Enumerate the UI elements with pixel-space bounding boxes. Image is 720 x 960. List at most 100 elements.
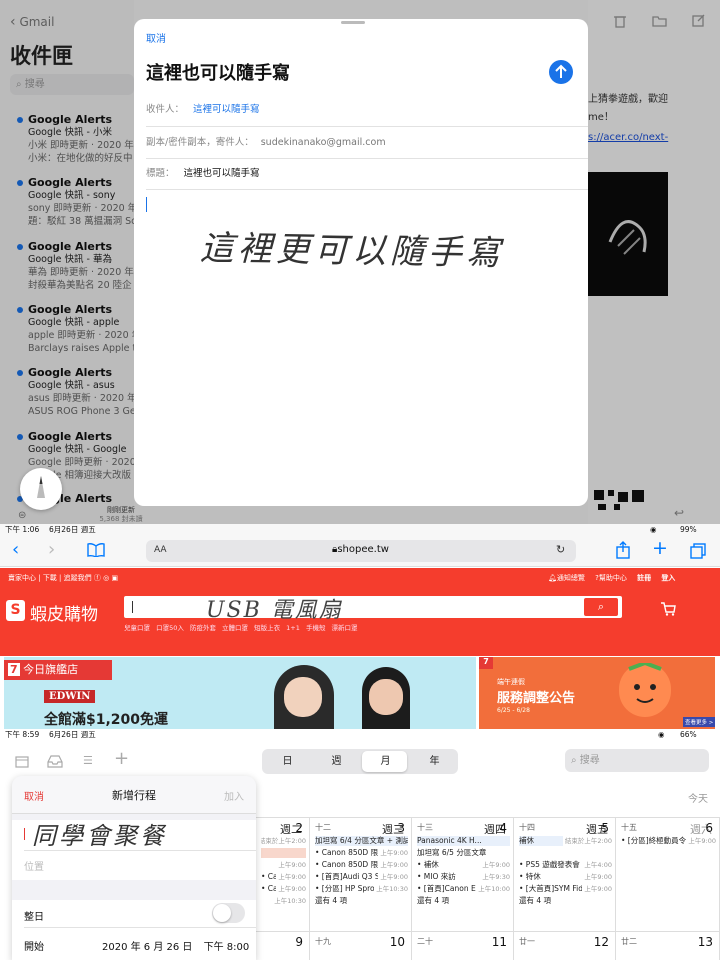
shopee-logo[interactable]: 蝦皮購物 [30,600,98,625]
calendar-event[interactable]: 加坦寫 6/4 分區文章 + 測試 [315,836,408,846]
cancel-button[interactable]: 取消 [24,788,44,803]
calendar-day-cell[interactable]: 十三 4 Panasonic 4K H... 加坦寫 6/5 分區文章 • 補休 上午9:… [412,817,514,931]
follow-us-link[interactable]: 追蹤我們 [64,574,92,582]
cart-icon[interactable] [660,602,676,616]
to-field[interactable]: 這裡可以隨手寫 [193,104,260,115]
seller-center-link[interactable]: 賣家中心 [8,574,36,582]
lunar-date: 十三 [417,823,433,832]
login-link[interactable]: 登入 [661,574,675,582]
calendar-day-cell[interactable]: 十五 6 • [分區]終極動員令... 上午9:00 [616,817,720,931]
reload-icon[interactable]: ↻ [556,543,565,556]
calendar-event[interactable]: • Canon 850D 限豆...上午9:00 [315,860,408,870]
subject-field[interactable]: 這裡也可以隨手寫 [184,168,260,179]
keyword-link[interactable]: 短版上衣 [254,624,280,632]
edwin-banner[interactable]: 7 今日旗艦店 EDWIN 全館滿$1,200免運 [4,657,476,729]
calendar-icon[interactable] [15,755,29,768]
calendar-event[interactable]: • Canon 850D 限豆...上午9:00 [261,884,306,894]
grabber[interactable] [341,21,365,24]
calendar-event[interactable]: • 特休 上午9:00 [519,872,612,882]
calendar-search[interactable]: ⌕ 搜尋 [565,749,709,772]
calendar-event[interactable]: • [大首頁]SYM Fiddle... 上午9:00 [519,884,612,894]
reader-aa-button[interactable]: AA [154,545,167,555]
tab-year[interactable]: 年 [410,750,459,773]
register-link[interactable]: 註冊 [637,574,651,582]
calendar-event[interactable] [519,848,612,858]
calendar-day-cell[interactable]: 2結束於上午2:00上午9:00• Canon 850D 限豆...上午9:00… [256,817,310,931]
keyword-link[interactable]: 防疫外套 [190,624,216,632]
calendar-event[interactable]: 上午9:00 [261,860,306,870]
calendar-event[interactable]: 補休 結束於上午2:00 [519,836,612,846]
help-center-link[interactable]: 幫助中心 [599,574,627,582]
address-bar[interactable]: AA 🔒︎shopee.tw ↻ [146,540,576,562]
calendar-event[interactable]: Panasonic 4K H... [417,836,510,846]
inbox-icon[interactable] [47,755,63,768]
calendar-event[interactable]: • Canon 850D 限豆...上午9:00 [315,848,408,858]
send-button[interactable] [549,60,573,84]
facebook-icon[interactable]: ⓕ [94,574,101,582]
calendar-event[interactable]: 還有 4 項 [315,896,408,906]
event-title: • MIO 來訪 [417,872,456,881]
calendar-event[interactable]: • 補休 上午9:00 [417,860,510,870]
add-icon[interactable]: + [114,748,129,769]
keyword-link[interactable]: 1+1 手機殼 [286,624,325,632]
keyword-link[interactable]: 口罩50入 [156,624,184,632]
tabs-icon[interactable] [690,543,706,559]
keyword-link[interactable]: 兒童口罩 [124,624,150,632]
search-button[interactable]: ⌕ [584,598,618,616]
calendar-event[interactable]: • [分區] HP Sproc... 上午10:30 [315,884,408,894]
calendar-event[interactable]: 還有 4 項 [417,896,510,906]
tab-week[interactable]: 週 [312,750,361,773]
from-address[interactable]: sudekinanako@gmail.com [261,137,386,148]
calendar-day-cell[interactable]: 十四 5 補休 結束於上午2:00 • PS5 遊戲發表會 上午4:00 • 特休 上午9:0… [514,817,616,931]
pencil-tool-icon[interactable] [20,468,62,510]
to-row[interactable]: 收件人： 這裡可以隨手寫 [146,95,588,127]
today-button[interactable]: 今天 [688,790,708,805]
calendar-event[interactable]: • [首頁]Canon EOS... 上午10:00 [417,884,510,894]
start-date[interactable]: 2020 年 6 月 26 日 [102,942,192,953]
holiday-banner[interactable]: 7 端午連假 服務調整公告 6/25 - 6/28 查看更多 > [479,657,715,729]
calendar-event[interactable]: • [首頁]Audi Q3 Sp... 上午9:00 [315,872,408,882]
list-icon[interactable]: ☰ [83,754,93,767]
calendar-day-cell[interactable]: 十二 3 加坦寫 6/4 分區文章 + 測試 • Canon 850D 限豆... 上午… [310,817,412,931]
tab-day[interactable]: 日 [263,750,312,773]
notifications-link[interactable]: 通知總覽 [557,574,585,582]
calendar-event[interactable]: 還有 4 項 [519,896,612,906]
add-button[interactable]: 加入 [224,788,244,803]
tab-month[interactable]: 月 [361,750,410,773]
all-day-toggle[interactable] [212,903,245,923]
subject-row[interactable]: 標題： 這裡也可以隨手寫 [146,159,588,190]
bookmarks-icon[interactable] [87,543,105,557]
location-input[interactable]: 位置 [24,858,44,873]
start-datetime[interactable]: 2020 年 6 月 26 日 下午 8:00 [102,938,249,953]
see-more-link[interactable]: 查看更多 > [683,717,715,727]
calendar-event[interactable]: 上午10:30 [261,896,306,906]
keyword-link[interactable]: 漂新口罩 [332,624,358,632]
download-link[interactable]: 下載 [43,574,57,582]
cancel-button[interactable]: 取消 [146,30,166,45]
calendar-day-cell[interactable]: 9 [256,931,310,960]
calendar-event[interactable]: • MIO 來訪 上午9:30 [417,872,510,882]
calendar-event[interactable]: • [分區]終極動員令... 上午9:00 [621,836,716,846]
calendar-event[interactable]: 結束於上午2:00 [261,836,306,846]
cc-row[interactable]: 副本/密件副本，寄件人： sudekinanako@gmail.com [146,127,588,159]
holiday-date: 6/25 - 6/28 [497,707,530,714]
calendar-day-cell[interactable]: 廿二 13 [616,931,720,960]
instagram-icon[interactable]: ◎ [103,574,109,582]
calendar-event[interactable] [261,848,306,858]
forward-arrow-icon[interactable]: › [48,539,55,560]
start-time[interactable]: 下午 8:00 [204,942,250,953]
calendar-day-cell[interactable]: 廿一 12 [514,931,616,960]
lunar-date: 十九 [315,937,331,946]
new-tab-icon[interactable]: + [652,537,668,559]
share-icon[interactable] [616,541,630,559]
calendar-day-cell[interactable]: 二十 11 [412,931,514,960]
calendar-day-cell[interactable]: 十九 10 [310,931,412,960]
keyword-link[interactable]: 立體口罩 [222,624,248,632]
url-display[interactable]: 🔒︎shopee.tw [332,544,389,555]
shopee-search-input[interactable]: USB 電風扇 ⌕ [124,596,622,623]
calendar-event[interactable]: • Canon 850D 限豆...上午9:00 [261,872,306,882]
back-arrow-icon[interactable]: ‹ [12,539,19,560]
line-icon[interactable]: ▣ [111,574,118,582]
calendar-event[interactable]: • PS5 遊戲發表會 上午4:00 [519,860,612,870]
calendar-event[interactable]: 加坦寫 6/5 分區文章 [417,848,510,858]
